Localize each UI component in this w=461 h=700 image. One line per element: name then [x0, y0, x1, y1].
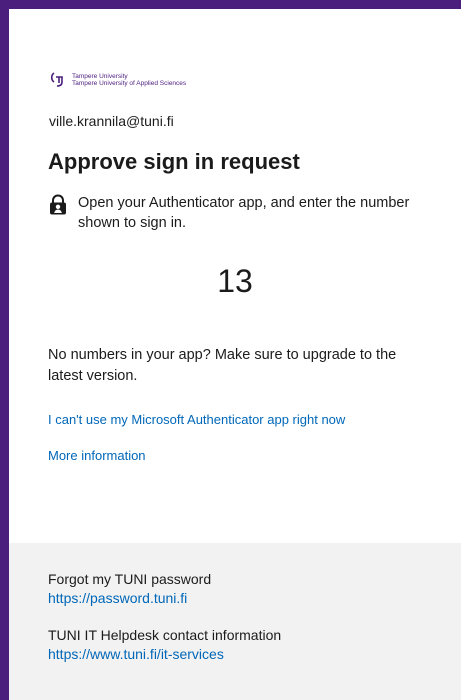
footer: Forgot my TUNI password https://password…: [9, 543, 461, 700]
helpdesk-help: TUNI IT Helpdesk contact information htt…: [48, 626, 281, 664]
window-frame-top: [0, 0, 461, 9]
window-frame-left: [0, 0, 9, 700]
helpdesk-label: TUNI IT Helpdesk contact information: [48, 627, 282, 643]
more-information-link[interactable]: More information: [48, 448, 146, 463]
cant-use-authenticator-link[interactable]: I can't use my Microsoft Authenticator a…: [48, 412, 345, 427]
forgot-password-label: Forgot my TUNI password: [48, 571, 212, 587]
sign-in-number: 13: [217, 263, 253, 299]
account-email: ville.krannila@tuni.fi: [49, 113, 174, 129]
logo-line-2: Tampere University of Applied Sciences: [72, 80, 187, 87]
logo-line-1: Tampere University: [72, 73, 128, 80]
password-help: Forgot my TUNI password https://password…: [48, 570, 211, 608]
authenticator-lock-icon: [50, 194, 66, 215]
organization-logo: Tampere University Tampere University of…: [48, 60, 186, 100]
logo-text: Tampere University Tampere University of…: [72, 73, 186, 87]
instruction-text: Open your Authenticator app, and enter t…: [78, 195, 410, 231]
password-reset-link[interactable]: https://password.tuni.fi: [48, 589, 211, 608]
tampere-logo-icon: [50, 72, 63, 87]
instruction-row: Open your Authenticator app, and enter t…: [48, 193, 418, 233]
upgrade-note: No numbers in your app? Make sure to upg…: [48, 347, 397, 384]
helpdesk-link[interactable]: https://www.tuni.fi/it-services: [48, 645, 281, 664]
page-title: Approve sign in request: [48, 149, 300, 174]
